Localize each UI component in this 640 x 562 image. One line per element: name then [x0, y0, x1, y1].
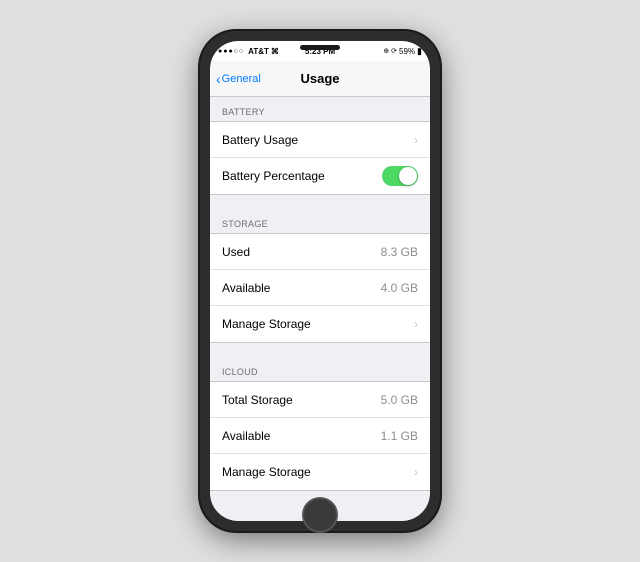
icloud-available-item: Available 1.1 GB [210, 418, 430, 454]
battery-section-body: Battery Usage › Battery Percentage [210, 121, 430, 195]
rotation-icon: ⟳ [391, 47, 397, 55]
icloud-total-value: 5.0 GB [381, 393, 418, 407]
battery-usage-label: Battery Usage [222, 133, 298, 147]
storage-used-value: 8.3 GB [381, 245, 418, 259]
icloud-total-label: Total Storage [222, 393, 293, 407]
battery-percentage-item[interactable]: Battery Percentage [210, 158, 430, 194]
carrier-label: AT&T [248, 47, 269, 56]
content-area: BATTERY Battery Usage › Battery Percenta… [210, 97, 430, 521]
storage-section-header: STORAGE [210, 209, 430, 233]
storage-available-label: Available [222, 281, 270, 295]
icloud-manage-label: Manage Storage [222, 465, 311, 479]
location-icon: ⊕ [383, 47, 389, 55]
home-button[interactable] [302, 497, 338, 533]
phone-device: ●●●○○ AT&T ⌘ 5:23 PM ⊕ ⟳ 59% ▮ ‹ General [200, 31, 440, 531]
chevron-right-icon: › [414, 317, 418, 331]
icloud-section: ICLOUD Total Storage 5.0 GB Available 1.… [210, 357, 430, 491]
icloud-section-header: ICLOUD [210, 357, 430, 381]
storage-used-label: Used [222, 245, 250, 259]
screen: ●●●○○ AT&T ⌘ 5:23 PM ⊕ ⟳ 59% ▮ ‹ General [210, 41, 430, 521]
battery-percentage-label: Battery Percentage [222, 169, 325, 183]
icloud-available-value: 1.1 GB [381, 429, 418, 443]
status-left: ●●●○○ AT&T ⌘ [218, 47, 279, 56]
back-label: General [222, 73, 261, 85]
storage-section-body: Used 8.3 GB Available 4.0 GB Manage Stor… [210, 233, 430, 343]
screen-wrapper: ●●●○○ AT&T ⌘ 5:23 PM ⊕ ⟳ 59% ▮ ‹ General [210, 41, 430, 521]
battery-percent: 59% [399, 47, 415, 56]
icloud-total-item: Total Storage 5.0 GB [210, 382, 430, 418]
page-title: Usage [300, 71, 339, 86]
signal-indicator: ●●●○○ [218, 48, 244, 55]
storage-manage-label: Manage Storage [222, 317, 311, 331]
status-bar: ●●●○○ AT&T ⌘ 5:23 PM ⊕ ⟳ 59% ▮ [210, 41, 430, 61]
wifi-icon: ⌘ [271, 47, 279, 56]
nav-bar: ‹ General Usage [210, 61, 430, 97]
battery-usage-item[interactable]: Battery Usage › [210, 122, 430, 158]
storage-used-item: Used 8.3 GB [210, 234, 430, 270]
battery-icon: ▮ [417, 46, 422, 57]
battery-section-header: BATTERY [210, 97, 430, 121]
storage-section: STORAGE Used 8.3 GB Available 4.0 GB Man… [210, 209, 430, 343]
battery-usage-chevron: › [414, 133, 418, 147]
storage-available-item: Available 4.0 GB [210, 270, 430, 306]
icloud-manage-chevron: › [414, 465, 418, 479]
icloud-manage-item[interactable]: Manage Storage › [210, 454, 430, 490]
battery-section: BATTERY Battery Usage › Battery Percenta… [210, 97, 430, 195]
back-button[interactable]: ‹ General [216, 71, 261, 87]
back-chevron-icon: ‹ [216, 71, 221, 87]
speaker [300, 45, 340, 50]
status-right: ⊕ ⟳ 59% ▮ [383, 46, 422, 57]
storage-manage-chevron: › [414, 317, 418, 331]
icloud-section-body: Total Storage 5.0 GB Available 1.1 GB Ma… [210, 381, 430, 491]
toggle-knob [399, 167, 417, 185]
battery-percentage-toggle[interactable] [382, 166, 418, 186]
icloud-available-label: Available [222, 429, 270, 443]
chevron-right-icon: › [414, 465, 418, 479]
storage-manage-item[interactable]: Manage Storage › [210, 306, 430, 342]
chevron-right-icon: › [414, 133, 418, 147]
storage-available-value: 4.0 GB [381, 281, 418, 295]
